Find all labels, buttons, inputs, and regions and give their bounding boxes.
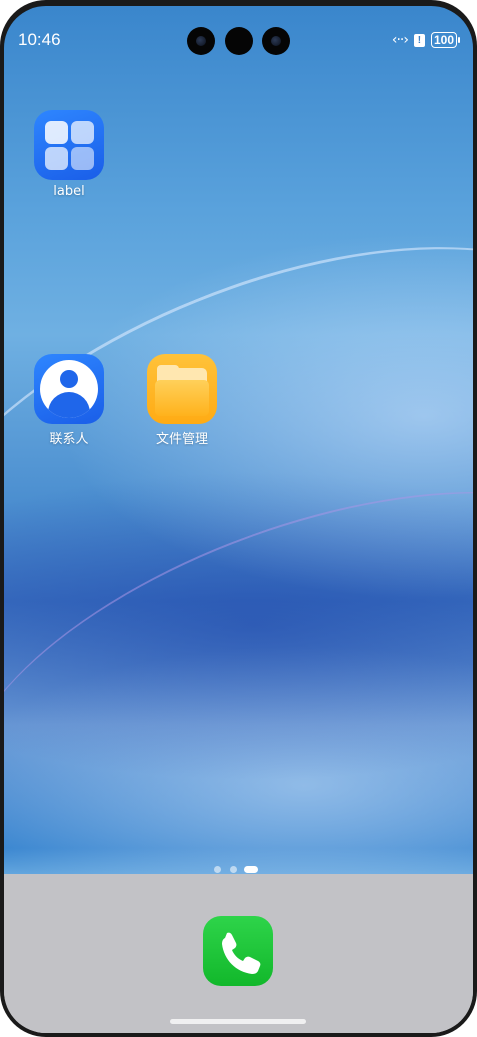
alert-icon: ! <box>413 33 425 47</box>
app-file-manager[interactable]: 文件管理 <box>132 354 232 447</box>
camera-cutout <box>225 27 253 55</box>
status-time: 10:46 <box>18 30 61 49</box>
app-contacts[interactable]: 联系人 <box>19 354 119 447</box>
contacts-icon[interactable] <box>34 354 104 424</box>
camera-cutout <box>262 27 290 55</box>
home-indicator[interactable] <box>170 1019 306 1024</box>
data-transfer-icon: ‹··› <box>391 32 409 48</box>
app-name: label <box>53 184 85 199</box>
phone-frame: 10:46 ‹··› ! 100 label 联系人 文件管理 <box>0 0 477 1037</box>
phone-app[interactable] <box>203 916 273 986</box>
page-dot[interactable] <box>214 866 221 873</box>
page-dot-active[interactable] <box>244 866 258 873</box>
home-screen: 10:46 ‹··› ! 100 label 联系人 文件管理 <box>4 6 473 1033</box>
battery-icon: 100 <box>430 32 461 48</box>
phone-icon <box>222 932 261 974</box>
page-indicator <box>4 866 473 876</box>
status-bar: 10:46 ‹··› ! 100 <box>4 6 473 56</box>
folder-icon[interactable] <box>147 354 217 424</box>
status-icons: ‹··› ! 100 <box>391 32 461 48</box>
camera-cutout <box>187 27 215 55</box>
app-name: 联系人 <box>49 432 89 447</box>
page-dot[interactable] <box>230 866 237 873</box>
app-name: 文件管理 <box>155 432 208 447</box>
app-grid-icon[interactable] <box>34 110 104 180</box>
app-label[interactable]: label <box>19 110 119 199</box>
